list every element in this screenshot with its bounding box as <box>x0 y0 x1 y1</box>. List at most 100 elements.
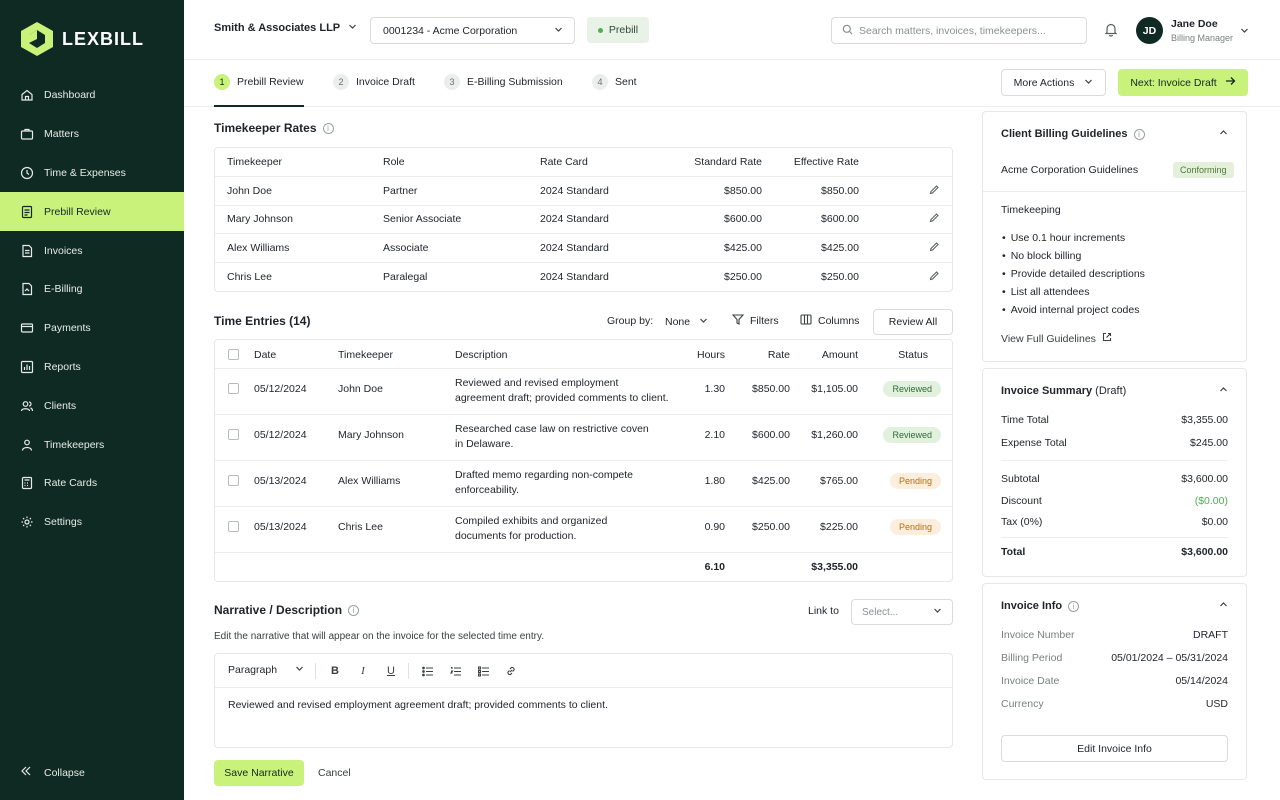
narrative-text-area[interactable]: Reviewed and revised employment agreemen… <box>215 688 952 722</box>
sidebar-item-payments[interactable]: Payments <box>0 309 184 348</box>
pencil-icon[interactable] <box>929 270 940 284</box>
row-value: $3,355.00 <box>1181 414 1228 426</box>
step-label: Invoice Draft <box>356 76 415 88</box>
invoice-info-panel: Invoice Info i Invoice Number DRAFT Bill… <box>982 583 1247 780</box>
status-badge: Pending <box>889 473 941 489</box>
info-icon[interactable]: i <box>1068 600 1080 612</box>
sidebar-item-time-expenses[interactable]: Time & Expenses <box>0 154 184 193</box>
underline-icon[interactable]: U <box>384 664 398 678</box>
bold-icon[interactable]: B <box>328 664 342 678</box>
sidebar-item-settings[interactable]: Settings <box>0 503 184 542</box>
sidebar-item-timekeepers[interactable]: Timekeepers <box>0 425 184 464</box>
review-all-button[interactable]: Review All <box>873 309 953 335</box>
currency-row: Currency USD <box>1001 698 1228 710</box>
rate-card: 2024 Standard <box>540 184 609 197</box>
view-full-label: View Full Guidelines <box>1001 332 1096 345</box>
entry-amount: $225.00 <box>820 521 858 533</box>
entry-rate: $425.00 <box>752 475 790 487</box>
pencil-icon[interactable] <box>929 241 940 255</box>
user-name: Jane Doe <box>1171 18 1218 30</box>
panel-header[interactable]: Client Billing Guidelines i <box>983 112 1246 156</box>
logo[interactable]: LEXBILL <box>20 20 144 58</box>
sidebar-item-prebill-review[interactable]: Prebill Review <box>0 192 184 232</box>
next-invoice-draft-button[interactable]: Next: Invoice Draft <box>1118 69 1248 96</box>
format-select[interactable]: Paragraph <box>228 664 304 676</box>
row-checkbox[interactable] <box>228 475 239 486</box>
chevron-up-icon[interactable] <box>1219 600 1228 612</box>
filters-button[interactable]: Filters <box>731 314 779 328</box>
role: Senior Associate <box>383 213 462 226</box>
numbered-list-icon[interactable] <box>449 664 463 678</box>
step-sent[interactable]: 4 Sent <box>592 74 637 90</box>
invoice-icon <box>20 244 34 258</box>
sidebar-item-rate-cards[interactable]: Rate Cards <box>0 464 184 503</box>
pencil-icon[interactable] <box>929 184 940 198</box>
save-narrative-button[interactable]: Save Narrative <box>214 760 304 786</box>
search-input[interactable]: Search matters, invoices, timekeepers... <box>831 17 1087 44</box>
collapse-button[interactable]: Collapse <box>20 765 85 780</box>
panel-header[interactable]: Invoice Info i <box>983 584 1246 628</box>
chevron-up-icon[interactable] <box>1219 385 1228 397</box>
table-row[interactable]: 05/12/2024 John Doe Reviewed and revised… <box>215 369 952 415</box>
step-label: Sent <box>615 76 637 88</box>
more-actions-button[interactable]: More Actions <box>1001 69 1106 96</box>
info-icon[interactable]: i <box>348 604 360 616</box>
table-row[interactable]: 05/13/2024 Chris Lee Compiled exhibits a… <box>215 507 952 553</box>
group-by-select[interactable]: None <box>657 309 716 335</box>
double-chevron-left-icon <box>20 765 32 780</box>
info-icon[interactable]: i <box>322 122 334 134</box>
conforming-badge: Conforming <box>1173 162 1234 178</box>
sidebar-item-label: Rate Cards <box>44 477 98 490</box>
table-header-row: Timekeeper Role Rate Card Standard Rate … <box>215 148 952 177</box>
cancel-button[interactable]: Cancel <box>318 767 351 779</box>
firm-selector[interactable]: Smith & Associates LLP <box>214 22 357 34</box>
sidebar-item-reports[interactable]: Reports <box>0 348 184 387</box>
status-badge-label: Prebill <box>608 24 639 36</box>
standard-rate: $250.00 <box>724 271 762 284</box>
info-icon[interactable]: i <box>1133 128 1145 140</box>
select-all-checkbox[interactable] <box>228 349 239 360</box>
row-label: Invoice Date <box>1001 675 1060 687</box>
checklist-icon[interactable] <box>477 664 491 678</box>
edit-invoice-info-button[interactable]: Edit Invoice Info <box>1001 735 1228 762</box>
link-icon[interactable] <box>504 664 518 678</box>
sidebar-item-dashboard[interactable]: Dashboard <box>0 76 184 115</box>
columns-icon <box>800 314 812 328</box>
row-checkbox[interactable] <box>228 429 239 440</box>
panel-header[interactable]: Invoice Summary (Draft) <box>983 369 1246 413</box>
user-menu[interactable]: Jane Doe Billing Manager <box>1171 18 1233 43</box>
avatar[interactable]: JD <box>1136 17 1163 44</box>
link-to-select[interactable]: Select... <box>851 599 953 625</box>
sidebar-item-invoices[interactable]: Invoices <box>0 231 184 270</box>
row-checkbox[interactable] <box>228 521 239 532</box>
sidebar-item-matters[interactable]: Matters <box>0 115 184 154</box>
pencil-icon[interactable] <box>929 212 940 226</box>
step-e-billing-submission[interactable]: 3 E-Billing Submission <box>444 74 563 90</box>
chevron-down-icon[interactable] <box>1240 26 1249 38</box>
sidebar-item-e-billing[interactable]: E-Billing <box>0 270 184 309</box>
home-icon <box>20 88 34 102</box>
sidebar-item-clients[interactable]: Clients <box>0 386 184 425</box>
ebilling-icon <box>20 282 34 296</box>
bell-icon[interactable] <box>1104 22 1118 40</box>
step-invoice-draft[interactable]: 2 Invoice Draft <box>333 74 415 90</box>
time-entries-table: Date Timekeeper Description Hours Rate A… <box>214 339 953 582</box>
table-row[interactable]: 05/12/2024 Mary Johnson Researched case … <box>215 415 952 461</box>
italic-icon[interactable]: I <box>356 664 370 678</box>
columns-button[interactable]: Columns <box>800 314 859 328</box>
matter-select[interactable]: 0001234 - Acme Corporation <box>370 17 575 44</box>
chevron-up-icon[interactable] <box>1219 128 1228 140</box>
sidebar-item-label: Time & Expenses <box>44 166 126 179</box>
table-row[interactable]: 05/13/2024 Alex Williams Drafted memo re… <box>215 461 952 507</box>
column-header: Timekeeper <box>338 349 394 361</box>
divider <box>1001 537 1228 538</box>
step-prebill-review[interactable]: 1 Prebill Review <box>214 74 304 90</box>
bullet-list-icon[interactable] <box>421 664 435 678</box>
timekeeper-name: Alex Williams <box>227 241 290 254</box>
discount-row: Discount ($0.00) <box>1001 495 1228 507</box>
column-header: Timekeeper <box>227 156 283 168</box>
entry-hours: 1.80 <box>704 475 725 487</box>
total-amount: $3,355.00 <box>811 561 858 573</box>
row-checkbox[interactable] <box>228 383 239 394</box>
view-full-guidelines-link[interactable]: View Full Guidelines <box>1001 332 1112 345</box>
